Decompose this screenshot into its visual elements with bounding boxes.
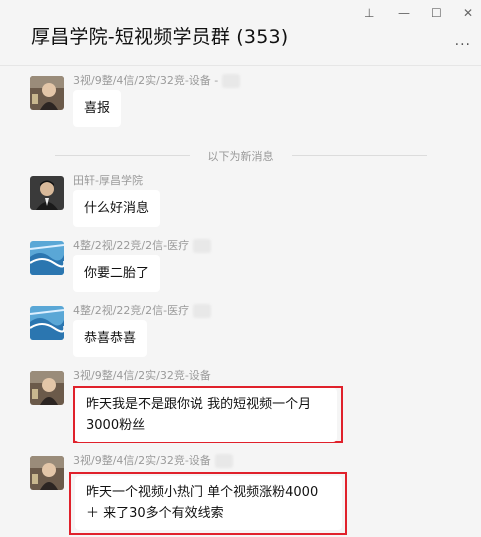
avatar[interactable] — [30, 306, 64, 340]
avatar[interactable] — [30, 76, 64, 110]
message-bubble[interactable]: 什么好消息 — [73, 190, 161, 227]
message-bubble[interactable]: 你要二胎了 — [73, 255, 161, 292]
redacted-mark — [193, 239, 212, 253]
avatar[interactable] — [30, 371, 64, 405]
sender-name: 田轩-厚昌学院 — [73, 174, 143, 187]
message-bubble[interactable]: 恭喜恭喜 — [73, 320, 148, 357]
sender-name: 3视/9整/4信/2实/32竞-设备 - — [73, 72, 241, 88]
new-messages-label: 以下为新消息 — [207, 150, 274, 163]
message-bubble[interactable]: 喜报 — [73, 90, 122, 127]
chat-message-list[interactable]: 3视/9整/4信/2实/32竞-设备 - 喜报 以下为新消息 田轩-厚昌学院 什… — [0, 66, 481, 537]
sender-name: 4整/2视/22竞/2信-医疗 — [73, 237, 212, 253]
pin-icon[interactable]: ⊥ — [364, 6, 374, 20]
close-icon[interactable]: ✕ — [463, 6, 473, 20]
avatar[interactable] — [30, 456, 64, 490]
avatar[interactable] — [30, 176, 64, 210]
message-bubble[interactable]: 昨天我是不是跟你说 我的短视频一个月3000粉丝 — [75, 388, 337, 442]
avatar[interactable] — [30, 241, 64, 275]
more-options-icon[interactable]: ··· — [455, 37, 471, 53]
message-bubble[interactable]: 昨天一个视频小热门 单个视频涨粉4000＋ 来了30多个有效线索 — [75, 476, 342, 530]
chat-title: 厚昌学院-短视频学员群 (353) — [31, 26, 289, 48]
sender-name: 3视/9整/4信/2实/32竞-设备 — [73, 369, 211, 382]
sender-name: 3视/9整/4信/2实/32竞-设备 — [73, 452, 233, 468]
redacted-mark — [222, 74, 241, 88]
redacted-mark — [214, 454, 233, 468]
new-messages-divider: 以下为新消息 — [0, 148, 481, 163]
redacted-mark — [193, 304, 212, 318]
title-bar: 厚昌学院-短视频学员群 (353) ⊥ — ☐ ✕ ··· — [0, 0, 481, 66]
minimize-icon[interactable]: — — [398, 6, 410, 20]
divider-line — [292, 155, 427, 156]
sender-name: 4整/2视/22竞/2信-医疗 — [73, 302, 212, 318]
maximize-icon[interactable]: ☐ — [431, 6, 442, 20]
